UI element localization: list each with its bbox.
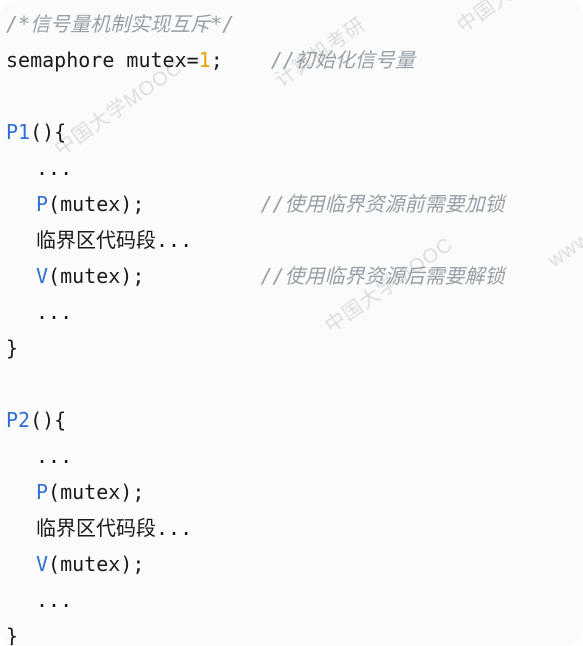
code-text: ... — [36, 300, 73, 324]
code-text: ... — [36, 444, 73, 468]
code-block: /*信号量机制实现互斥*/ semaphore mutex=1; //初始化信号… — [6, 6, 577, 646]
code-text: (mutex); — [48, 192, 145, 216]
code-line-v-call: V(mutex); — [6, 546, 144, 582]
code-punctuation: (){ — [30, 120, 67, 144]
code-comment: /*信号量机制实现互斥*/ — [6, 12, 235, 36]
code-line-p-call: P(mutex); //使用临界资源前需要加锁 — [6, 186, 505, 222]
code-line-p-call: P(mutex); — [6, 474, 144, 510]
code-text: ... — [36, 156, 73, 180]
code-punctuation: } — [6, 624, 19, 646]
code-line-v-call: V(mutex); //使用临界资源后需要解锁 — [6, 258, 505, 294]
code-keyword: V — [36, 264, 49, 288]
code-text: semaphore mutex= — [6, 48, 199, 72]
code-line-p1-header: P1(){ — [6, 114, 66, 150]
code-line-semaphore-init: semaphore mutex=1; //初始化信号量 — [6, 42, 415, 78]
code-keyword: P1 — [6, 120, 31, 144]
code-text: (mutex); — [48, 264, 145, 288]
code-line-critical-section: 临界区代码段... — [6, 222, 192, 258]
code-comment: //初始化信号量 — [270, 48, 415, 72]
code-comment: //使用临界资源前需要加锁 — [260, 192, 505, 216]
code-line-ellipsis: ... — [6, 294, 72, 330]
code-text: (mutex); — [48, 552, 145, 576]
code-line-critical-section: 临界区代码段... — [6, 510, 192, 546]
code-line-p2-header: P2(){ — [6, 402, 66, 438]
code-text: ... — [36, 588, 73, 612]
code-keyword: V — [36, 552, 49, 576]
code-keyword: P — [36, 480, 49, 504]
code-text: 临界区代码段... — [36, 228, 193, 252]
code-punctuation: (){ — [30, 408, 67, 432]
code-text: ; — [210, 48, 223, 72]
code-line-comment-header: /*信号量机制实现互斥*/ — [6, 6, 234, 42]
code-line-close-brace: } — [6, 618, 18, 646]
code-keyword: P — [36, 192, 49, 216]
code-text: 临界区代码段... — [36, 516, 193, 540]
code-comment: //使用临界资源后需要解锁 — [260, 264, 505, 288]
code-line-ellipsis: ... — [6, 582, 72, 618]
code-snippet-card: 中国大学MOOC 计算机考研 中国大学MOOC 中国大学MOOC www.csa… — [0, 0, 583, 646]
code-line-ellipsis: ... — [6, 150, 72, 186]
code-punctuation: } — [6, 336, 19, 360]
code-number: 1 — [198, 48, 211, 72]
code-line-ellipsis: ... — [6, 438, 72, 474]
code-keyword: P2 — [6, 408, 31, 432]
code-line-close-brace: } — [6, 330, 18, 366]
code-text: (mutex); — [48, 480, 145, 504]
